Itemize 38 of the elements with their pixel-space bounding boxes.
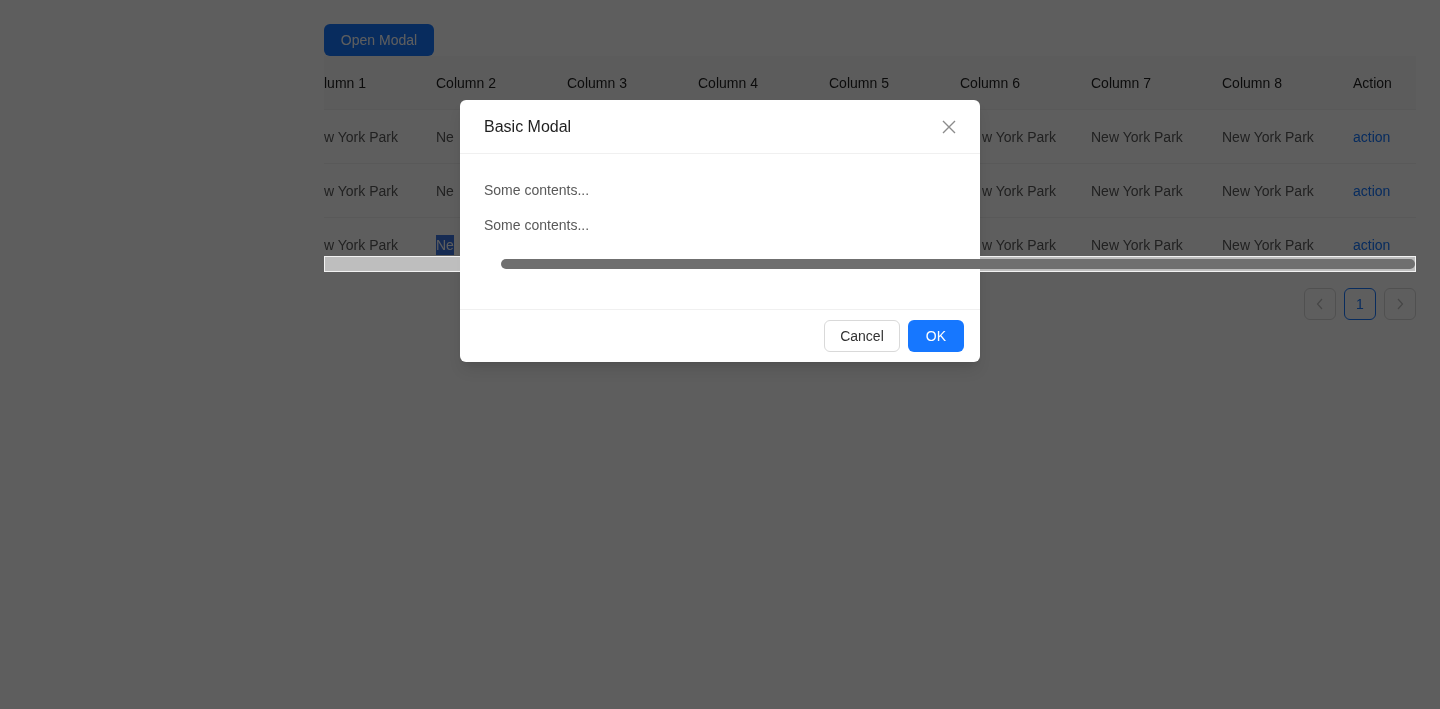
action-link[interactable]: action [1353,180,1391,201]
chevron-left-icon [1316,298,1324,310]
column-header: Column 3 [567,73,627,93]
column-header: Column 4 [698,73,758,93]
table-cell-text: New York Park [1222,127,1314,147]
table-cell-text: New York Park [1091,127,1183,147]
modal-title: Basic Modal [484,116,572,137]
action-link[interactable]: action [1353,126,1391,147]
column-header: Column 2 [436,73,496,93]
column-header: Column 7 [1091,73,1151,93]
cancel-button[interactable]: Cancel [824,320,900,352]
close-icon[interactable] [942,119,956,134]
table-cell-text: New York Park [1091,235,1183,255]
table-cell-text: Ne [436,181,454,201]
page-button[interactable]: 1 [1344,288,1376,320]
selected-text: Ne [436,234,454,255]
table-cell-text: New York Park [1091,181,1183,201]
table-cell-text: New York Park [1222,235,1314,255]
modal-text: Some contents... [484,216,591,235]
column-header: Column 8 [1222,73,1282,93]
table-cell-text: w York Park [981,181,1056,201]
horizontal-scrollbar[interactable] [324,256,1416,272]
action-link[interactable]: action [1353,234,1391,255]
column-header: lumn 1 [324,73,367,93]
column-header: Column 5 [829,73,889,93]
open-modal-button[interactable]: Open Modal [324,24,434,56]
table-cell-text: w York Park [324,127,398,147]
table-cell-text: w York Park [981,127,1056,147]
table-cell-text: w York Park [981,235,1056,255]
table-cell-text: w York Park [324,235,398,255]
column-header: Action [1353,73,1392,93]
table-cell-text: Ne [436,127,454,147]
column-header: Column 6 [960,73,1020,93]
table-cell-text: w York Park [324,181,398,201]
ok-button[interactable]: OK [907,320,964,352]
chevron-right-icon [1396,298,1404,310]
table-cell-text: New York Park [1222,181,1314,201]
modal-text: Some contents... [484,181,591,200]
